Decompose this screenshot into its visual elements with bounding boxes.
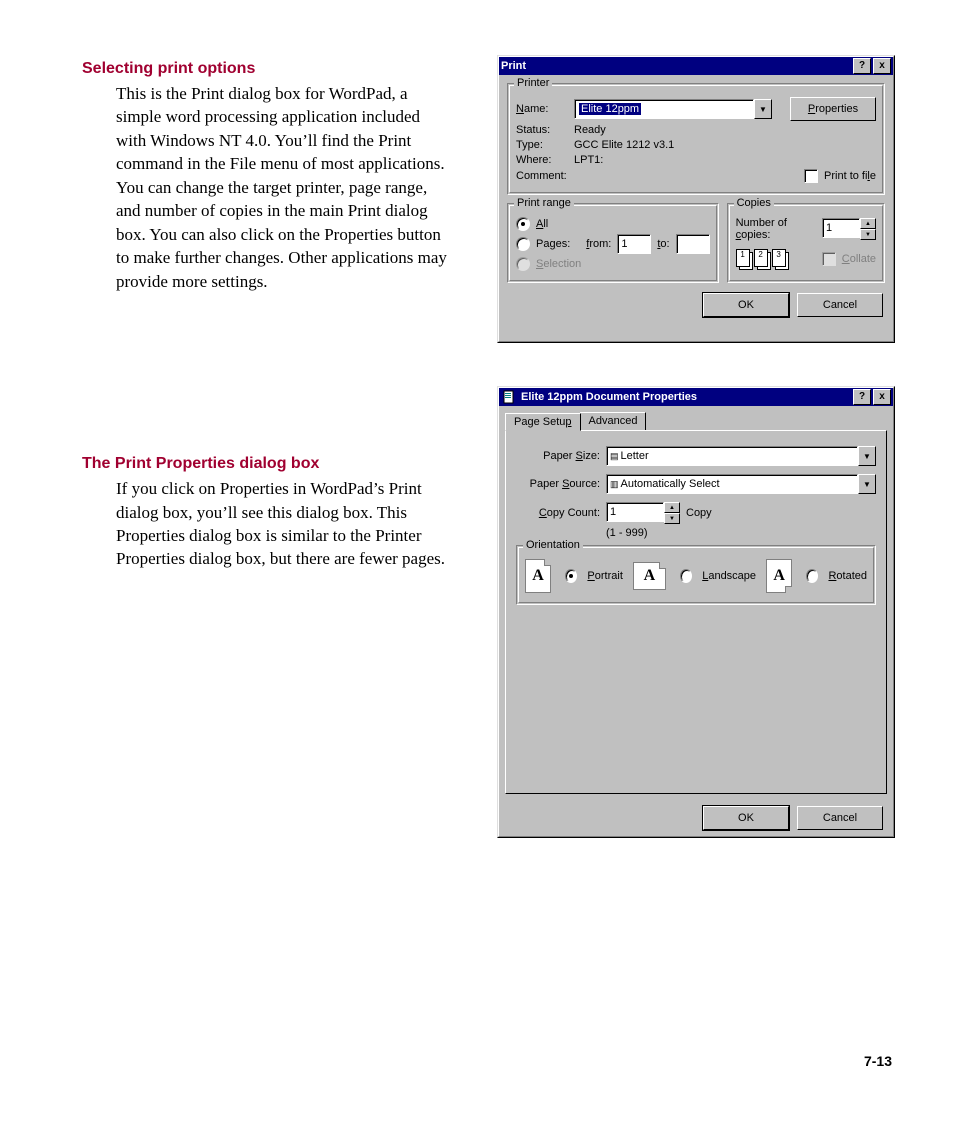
tray-icon: ▥ xyxy=(610,479,619,490)
heading-print-properties: The Print Properties dialog box xyxy=(82,455,452,473)
name-label: Name: xyxy=(516,103,568,115)
close-icon: x xyxy=(879,61,885,71)
to-label: to: xyxy=(657,238,669,250)
range-pages-radio[interactable] xyxy=(516,237,530,251)
spin-up-icon[interactable]: ▲ xyxy=(860,218,876,229)
docprops-title: Elite 12ppm Document Properties xyxy=(521,391,697,403)
spin-down-icon[interactable]: ▼ xyxy=(664,513,680,524)
paper-source-combo[interactable]: ▥Automatically Select ▼ xyxy=(606,474,876,494)
document-properties-dialog: Elite 12ppm Document Properties ? x Page… xyxy=(497,386,895,838)
from-label: from: xyxy=(586,238,611,250)
page-icon: ▤ xyxy=(610,451,619,462)
num-copies-spinner[interactable]: 1 ▲▼ xyxy=(822,218,876,240)
article-column: Selecting print options This is the Prin… xyxy=(82,60,452,571)
collate-checkbox xyxy=(822,252,836,266)
print-to-file-label: Print to file xyxy=(824,170,876,182)
rotated-icon: A xyxy=(766,559,792,593)
paper-source-label: Paper Source: xyxy=(516,478,600,490)
paper-size-label: Paper Size: xyxy=(516,450,600,462)
document-icon xyxy=(501,389,517,405)
printer-name-value: Elite 12ppm xyxy=(579,103,641,115)
ok-button[interactable]: OK xyxy=(703,293,789,317)
status-value: Ready xyxy=(574,124,606,136)
chevron-down-icon[interactable]: ▼ xyxy=(858,446,876,466)
close-icon: x xyxy=(879,392,885,402)
range-pages-label: Pages: xyxy=(536,238,570,250)
paragraph-1: This is the Print dialog box for WordPad… xyxy=(116,82,452,293)
help-icon: ? xyxy=(859,61,865,71)
portrait-radio[interactable] xyxy=(565,569,577,583)
help-icon: ? xyxy=(859,392,865,402)
to-input[interactable] xyxy=(676,234,710,254)
range-all-radio[interactable] xyxy=(516,217,530,231)
spin-up-icon[interactable]: ▲ xyxy=(664,502,680,513)
tab-page-setup[interactable]: Page Setup xyxy=(505,413,581,431)
copy-unit-label: Copy xyxy=(686,507,712,519)
landscape-radio[interactable] xyxy=(680,569,692,583)
page-setup-panel: Paper Size: ▤Letter ▼ Paper Source: ▥Aut… xyxy=(505,430,887,794)
where-value: LPT1: xyxy=(574,154,603,166)
orientation-groupbox: Orientation A Portrait A Landscape A Rot… xyxy=(516,545,876,605)
printer-groupbox: Printer Name: Elite 12ppm ▼ Properties S… xyxy=(507,83,885,195)
close-button[interactable]: x xyxy=(873,389,891,405)
rotated-label: Rotated xyxy=(828,570,867,582)
close-button[interactable]: x xyxy=(873,58,891,74)
range-all-label: All xyxy=(536,218,548,230)
from-input[interactable]: 1 xyxy=(617,234,651,254)
cancel-button[interactable]: Cancel xyxy=(797,806,883,830)
printer-name-combo[interactable]: Elite 12ppm ▼ xyxy=(574,99,772,119)
orientation-label: Orientation xyxy=(523,539,583,551)
print-dialog-titlebar[interactable]: Print ? x xyxy=(499,57,893,75)
print-to-file-checkbox[interactable] xyxy=(804,169,818,183)
help-button[interactable]: ? xyxy=(853,58,871,74)
copy-count-spinner[interactable]: 1 ▲▼ xyxy=(606,502,680,524)
heading-selecting-print-options: Selecting print options xyxy=(82,60,452,78)
landscape-label: Landscape xyxy=(702,570,756,582)
copies-groupbox: Copies Number of copies: 1 ▲▼ 11 22 xyxy=(727,203,885,283)
type-value: GCC Elite 1212 v3.1 xyxy=(574,139,674,151)
collate-icon: 11 22 33 xyxy=(736,249,788,269)
collate-label: Collate xyxy=(842,253,876,265)
paragraph-2: If you click on Properties in WordPad’s … xyxy=(116,477,452,571)
status-label: Status: xyxy=(516,124,568,136)
print-range-label: Print range xyxy=(514,197,574,209)
docprops-titlebar[interactable]: Elite 12ppm Document Properties ? x xyxy=(499,388,893,406)
print-dialog-title: Print xyxy=(501,60,526,72)
rotated-radio[interactable] xyxy=(806,569,818,583)
paper-size-combo[interactable]: ▤Letter ▼ xyxy=(606,446,876,466)
printer-group-label: Printer xyxy=(514,77,552,89)
portrait-label: Portrait xyxy=(587,570,622,582)
tabstrip: Page Setup Advanced xyxy=(499,406,893,430)
num-copies-label: Number of copies: xyxy=(736,217,810,241)
cancel-button[interactable]: Cancel xyxy=(797,293,883,317)
page-number: 7-13 xyxy=(864,1053,892,1069)
paper-size-value: Letter xyxy=(621,450,649,462)
portrait-icon: A xyxy=(525,559,551,593)
print-dialog: Print ? x Printer Name: Elite 12ppm ▼ Pr… xyxy=(497,55,895,343)
comment-label: Comment: xyxy=(516,170,568,182)
properties-button[interactable]: Properties xyxy=(790,97,876,121)
range-selection-label: Selection xyxy=(536,258,581,270)
ok-button[interactable]: OK xyxy=(703,806,789,830)
landscape-icon: A xyxy=(633,562,666,590)
copy-count-label: Copy Count: xyxy=(516,507,600,519)
chevron-down-icon[interactable]: ▼ xyxy=(754,99,772,119)
copies-label: Copies xyxy=(734,197,774,209)
print-range-groupbox: Print range All Pages: from: 1 to: Selec… xyxy=(507,203,719,283)
paper-source-value: Automatically Select xyxy=(621,478,720,490)
where-label: Where: xyxy=(516,154,568,166)
num-copies-value: 1 xyxy=(826,222,832,234)
help-button[interactable]: ? xyxy=(853,389,871,405)
copy-range-label: (1 - 999) xyxy=(606,527,648,539)
copy-count-value: 1 xyxy=(610,506,616,518)
range-selection-radio xyxy=(516,257,530,271)
type-label: Type: xyxy=(516,139,568,151)
chevron-down-icon[interactable]: ▼ xyxy=(858,474,876,494)
spin-down-icon[interactable]: ▼ xyxy=(860,229,876,240)
tab-advanced[interactable]: Advanced xyxy=(580,412,647,430)
